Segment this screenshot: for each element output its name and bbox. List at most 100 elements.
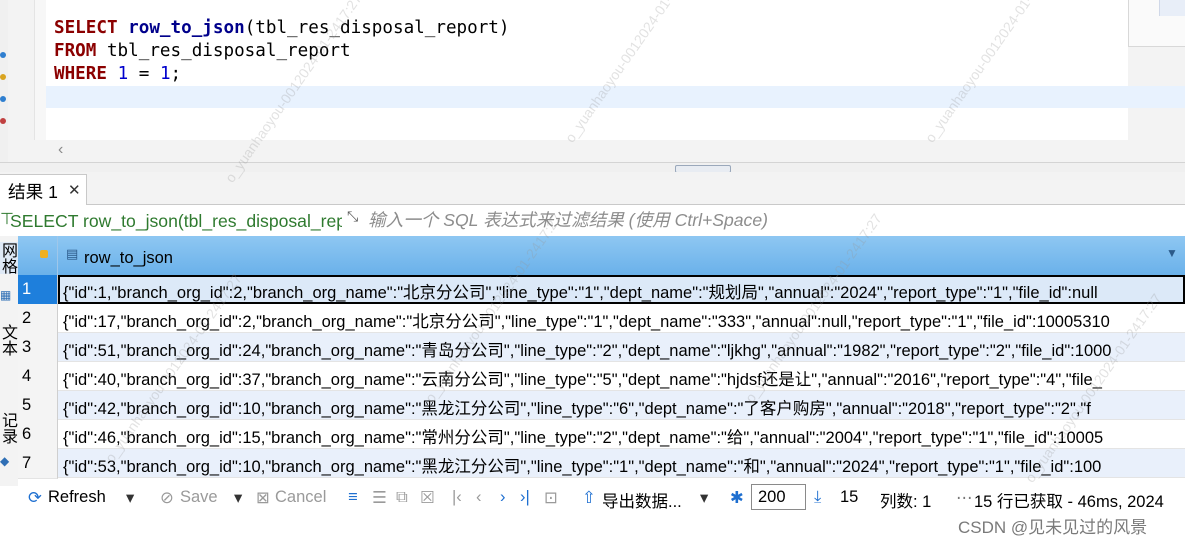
- filter-bar: ⊤ SELECT row_to_json(tbl_res_disposal_re…: [0, 205, 1185, 237]
- cell-value: {"id":46,"branch_org_id":15,"branch_org_…: [63, 429, 1104, 447]
- code-token: SELECT: [54, 18, 129, 38]
- code-token: =: [128, 64, 160, 84]
- csdn-watermark: CSDN @见未见过的风景: [958, 518, 1148, 537]
- table-cell[interactable]: {"id":1,"branch_org_id":2,"branch_org_na…: [58, 275, 1185, 304]
- grid-corner[interactable]: [18, 236, 58, 275]
- lock-icon: [40, 250, 48, 258]
- sort-icon[interactable]: ▼: [1166, 246, 1178, 260]
- row-number-label: 6: [22, 425, 32, 443]
- table-row[interactable]: 4 {"id":40,"branch_org_id":37,"branch_org…: [18, 362, 1185, 392]
- tab-record[interactable]: 记录: [0, 412, 19, 444]
- column-header-row-to-json[interactable]: row_to_json: [84, 249, 173, 268]
- row-number[interactable]: 5: [18, 391, 58, 421]
- results-grid[interactable]: ▤ row_to_json ▼ 1 {"id":1,"branch_org_id"…: [18, 236, 1185, 486]
- next-page-icon[interactable]: ›: [500, 488, 506, 507]
- tab-result-1-label: 结果 1: [8, 182, 58, 202]
- refresh-button[interactable]: Refresh: [48, 488, 106, 507]
- results-tabbar: 结果 1 ✕: [0, 172, 1185, 205]
- code-token: WHERE: [54, 64, 118, 84]
- export-icon[interactable]: ⇧: [582, 488, 596, 508]
- tab-grid[interactable]: 网格: [0, 242, 19, 274]
- row-number-label: 1: [22, 280, 32, 298]
- cell-value: {"id":51,"branch_org_id":24,"branch_org_…: [63, 342, 1112, 360]
- export-dropdown-icon[interactable]: ▾: [700, 488, 708, 508]
- first-page-icon[interactable]: |‹: [452, 488, 462, 507]
- fetch-all-icon[interactable]: ⊡: [544, 488, 558, 508]
- row-number[interactable]: 7: [18, 449, 58, 479]
- sql-editor[interactable]: SELECT row_to_json(tbl_res_disposal_repo…: [0, 0, 1185, 165]
- table-row[interactable]: 5 {"id":42,"branch_org_id":10,"branch_org…: [18, 391, 1185, 421]
- status-separator: ⋯: [956, 489, 973, 507]
- cell-value: {"id":1,"branch_org_id":2,"branch_org_na…: [63, 284, 1098, 302]
- row-count: 15: [840, 488, 859, 506]
- cell-value: {"id":17,"branch_org_id":2,"branch_org_n…: [63, 313, 1110, 331]
- column-type-icon: ▤: [66, 246, 79, 261]
- row-number-label: 2: [22, 309, 32, 327]
- table-cell[interactable]: {"id":40,"branch_org_id":37,"branch_org_…: [58, 362, 1185, 391]
- edit-icon[interactable]: ≡: [348, 488, 358, 507]
- query-text: SELECT row_to_json(tbl_res_disposal_repo…: [10, 211, 342, 231]
- cell-value: {"id":40,"branch_org_id":37,"branch_org_…: [63, 371, 1102, 389]
- save-dropdown-icon[interactable]: ▾: [234, 488, 242, 508]
- cancel-icon: ⊠: [256, 489, 270, 507]
- filter-input[interactable]: [368, 208, 1168, 232]
- row-number[interactable]: 1: [18, 275, 58, 305]
- cancel-button[interactable]: Cancel: [275, 488, 326, 507]
- row-number[interactable]: 3: [18, 333, 58, 363]
- table-row[interactable]: 1 {"id":1,"branch_org_id":2,"branch_org_n…: [18, 275, 1185, 305]
- code-line[interactable]: SELECT row_to_json(tbl_res_disposal_repo…: [54, 17, 510, 40]
- editor-horizontal-scrollbar[interactable]: ‹: [46, 140, 1185, 162]
- expand-icon[interactable]: ⤡: [347, 208, 358, 225]
- code-token: tbl_res_disposal_report: [106, 41, 351, 61]
- editor-overview-panel: [1128, 0, 1185, 47]
- refresh-icon[interactable]: ⟳: [28, 488, 42, 508]
- current-line-highlight: [46, 86, 1185, 108]
- table-cell[interactable]: {"id":51,"branch_org_id":24,"branch_org_…: [58, 333, 1185, 362]
- add-row-icon[interactable]: ☰: [372, 488, 387, 508]
- code-token: (tbl_res_disposal_report): [244, 18, 510, 38]
- table-cell[interactable]: {"id":53,"branch_org_id":10,"branch_org_…: [58, 449, 1185, 478]
- table-row[interactable]: 7 {"id":53,"branch_org_id":10,"branch_org…: [18, 449, 1185, 479]
- save-icon: ⊘: [160, 489, 174, 507]
- save-button[interactable]: Save: [180, 488, 218, 507]
- code-line[interactable]: FROM tbl_res_disposal_report: [54, 40, 510, 63]
- table-cell[interactable]: {"id":46,"branch_org_id":15,"branch_org_…: [58, 420, 1185, 449]
- last-page-icon[interactable]: ›|: [520, 488, 530, 507]
- sql-code[interactable]: SELECT row_to_json(tbl_res_disposal_repo…: [54, 17, 510, 86]
- delete-row-icon[interactable]: ☒: [420, 488, 435, 508]
- row-number-label: 7: [22, 454, 32, 472]
- editor-side-toolbar: [0, 0, 8, 165]
- tab-result-1[interactable]: 结果 1 ✕: [0, 174, 87, 205]
- tab-text[interactable]: 文本: [0, 324, 19, 356]
- grid-header: ▤ row_to_json ▼: [18, 236, 1185, 276]
- refresh-dropdown-icon[interactable]: ▾: [126, 488, 134, 508]
- row-number-label: 5: [22, 396, 32, 414]
- row-number-label: 4: [22, 367, 32, 385]
- fetch-size-input[interactable]: [751, 484, 806, 510]
- table-row[interactable]: 2 {"id":17,"branch_org_id":2,"branch_org_…: [18, 304, 1185, 334]
- results-toolbar: ⟳ Refresh ▾ ⊘ Save ▾ ⊠ Cancel ≡ ☰ ⧉ ☒ |‹…: [0, 484, 1185, 512]
- row-number[interactable]: 2: [18, 304, 58, 334]
- table-row[interactable]: 3 {"id":51,"branch_org_id":24,"branch_org…: [18, 333, 1185, 363]
- cell-value: {"id":53,"branch_org_id":10,"branch_org_…: [63, 458, 1102, 476]
- cell-value: {"id":42,"branch_org_id":10,"branch_org_…: [63, 400, 1091, 418]
- table-cell[interactable]: {"id":42,"branch_org_id":10,"branch_org_…: [58, 391, 1185, 420]
- row-number[interactable]: 6: [18, 420, 58, 450]
- code-token: FROM: [54, 41, 107, 61]
- grid-icon: ▦: [0, 288, 12, 302]
- copy-row-icon[interactable]: ⧉: [396, 488, 408, 507]
- gear-icon[interactable]: ✱: [730, 488, 744, 508]
- view-mode-tabs: 网格 ▦ 文本 记录 ◆: [0, 236, 19, 486]
- code-line[interactable]: WHERE 1 = 1;: [54, 63, 510, 86]
- scroll-left-icon[interactable]: ‹: [58, 141, 63, 159]
- code-token: 1: [117, 64, 129, 84]
- record-icon: ◆: [0, 454, 10, 468]
- table-cell[interactable]: {"id":17,"branch_org_id":2,"branch_org_n…: [58, 304, 1185, 333]
- close-icon[interactable]: ✕: [68, 181, 81, 199]
- row-count-icon[interactable]: ⤓: [814, 488, 821, 507]
- table-row[interactable]: 6 {"id":46,"branch_org_id":15,"branch_org…: [18, 420, 1185, 450]
- column-count: 列数: 1: [880, 493, 932, 511]
- row-number[interactable]: 4: [18, 362, 58, 392]
- export-button[interactable]: 导出数据...: [602, 488, 682, 512]
- prev-page-icon[interactable]: ‹: [476, 488, 482, 507]
